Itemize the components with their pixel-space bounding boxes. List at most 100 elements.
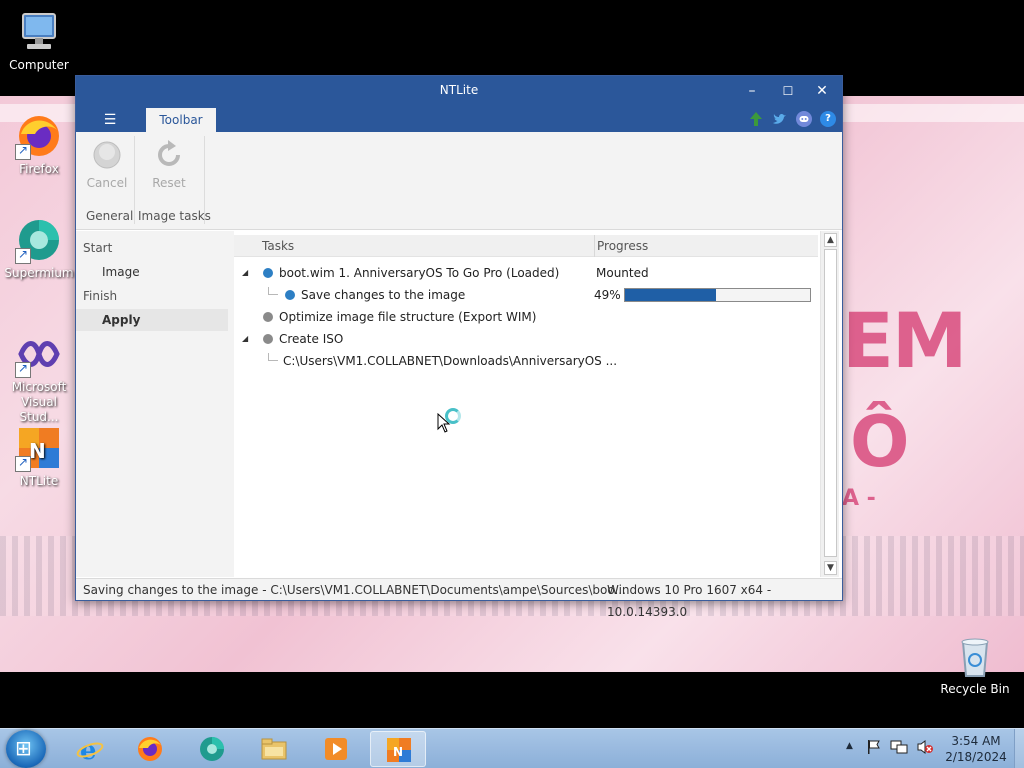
discord-icon[interactable] — [796, 111, 812, 127]
taskbar-ntlite[interactable]: N — [370, 731, 426, 767]
task-text: C:\Users\VM1.COLLABNET\Downloads\Anniver… — [283, 354, 618, 368]
task-progress-percent: 49% — [594, 288, 621, 302]
task-row-optimize[interactable]: Optimize image file structure (Export WI… — [234, 306, 818, 328]
show-desktop-button[interactable] — [1014, 729, 1024, 768]
shortcut-arrow-icon — [15, 455, 31, 472]
update-arrow-icon[interactable] — [748, 111, 764, 127]
maximize-button[interactable]: ☐ — [776, 80, 800, 102]
task-list-header: Tasks Progress — [234, 235, 818, 257]
desktop-icon-recycle-bin[interactable]: Recycle Bin — [936, 632, 1014, 697]
reset-label: Reset — [152, 176, 186, 190]
supermium-icon — [198, 735, 226, 763]
ntlite-icon: N — [385, 736, 413, 764]
nav-start[interactable]: Start — [76, 237, 228, 259]
ribbon-tab-bar: ☰ Toolbar ? — [76, 106, 842, 132]
status-os-version: Windows 10 Pro 1607 x64 - 10.0.14393.0 — [607, 583, 772, 619]
ribbon-separator — [134, 136, 135, 224]
task-text: Create ISO — [279, 332, 344, 346]
hamburger-menu-button[interactable]: ☰ — [98, 110, 122, 130]
ribbon-group-general: General — [86, 209, 134, 223]
shortcut-arrow-icon — [15, 247, 31, 264]
cancel-label: Cancel — [86, 176, 128, 190]
reset-button[interactable]: Reset — [144, 140, 194, 190]
status-dot-icon — [263, 312, 273, 322]
ribbon: Cancel Reset General Image tasks — [76, 132, 842, 230]
computer-icon — [15, 8, 63, 56]
desktop-icon-computer[interactable]: Computer — [0, 8, 78, 73]
nav-image[interactable]: Image — [76, 261, 228, 283]
desktop-icon-supermium[interactable]: Supermium — [0, 216, 78, 281]
task-row-boot-wim[interactable]: ◢ boot.wim 1. AnniversaryOS To Go Pro (L… — [234, 262, 818, 284]
column-progress[interactable]: Progress — [597, 235, 648, 257]
desktop-icon-label: Recycle Bin — [940, 682, 1010, 696]
task-text: Optimize image file structure (Export WI… — [279, 310, 537, 324]
column-divider — [594, 235, 595, 257]
start-button[interactable] — [6, 730, 46, 768]
action-center-flag-icon[interactable] — [866, 739, 882, 768]
task-list: Tasks Progress ◢ boot.wim 1. Anniversary… — [234, 231, 842, 577]
nav-apply[interactable]: Apply — [76, 309, 228, 331]
desktop-icon-ntlite[interactable]: N NTLite — [0, 424, 78, 489]
visual-studio-icon — [15, 330, 63, 378]
clock-time: 3:54 AM — [951, 734, 1001, 748]
recycle-bin-icon — [951, 632, 999, 680]
desktop-icon-visual-studio[interactable]: Microsoft Visual Stud... — [0, 330, 78, 425]
collapse-arrow-icon[interactable]: ◢ — [242, 262, 248, 284]
tree-connector — [268, 353, 278, 361]
scroll-up-icon[interactable]: ▲ — [824, 233, 837, 247]
taskbar-file-explorer[interactable] — [246, 731, 302, 767]
folder-icon — [260, 735, 288, 763]
tab-toolbar[interactable]: Toolbar — [146, 108, 216, 132]
desktop-icon-label: NTLite — [19, 474, 59, 488]
task-row-create-iso[interactable]: ◢ Create ISO — [234, 328, 818, 350]
ntlite-icon: N — [15, 424, 63, 472]
minimize-button[interactable]: – — [740, 80, 764, 102]
task-row-iso-path[interactable]: C:\Users\VM1.COLLABNET\Downloads\Anniver… — [234, 350, 818, 372]
ntlite-window: NTLite – ☐ ✕ ☰ Toolbar ? Cancel Reset Ge… — [75, 75, 843, 619]
status-text: Saving changes to the image - C:\Users\V… — [83, 583, 626, 597]
taskbar: e N ▲ 3:54 AM 2/18/2024 — [0, 728, 1024, 768]
wallpaper-text-dash: A - — [842, 486, 876, 511]
title-bar[interactable]: NTLite – ☐ ✕ — [76, 76, 842, 106]
help-icon[interactable]: ? — [820, 111, 836, 127]
taskbar-firefox[interactable] — [122, 731, 178, 767]
tree-connector — [268, 287, 278, 295]
volume-muted-icon[interactable] — [916, 739, 934, 768]
tray-expand-icon[interactable]: ▲ — [846, 741, 853, 768]
side-navigation: Start Image Finish Apply — [76, 231, 234, 577]
system-clock[interactable]: 3:54 AM 2/18/2024 — [944, 733, 1008, 765]
window-title: NTLite — [439, 83, 479, 97]
close-button[interactable]: ✕ — [810, 80, 834, 102]
shortcut-arrow-icon — [15, 143, 31, 160]
busy-spinner-icon — [445, 408, 461, 424]
taskbar-supermium[interactable] — [184, 731, 240, 767]
firefox-icon — [136, 735, 164, 763]
twitter-icon[interactable] — [772, 111, 788, 127]
internet-explorer-icon: e — [76, 735, 104, 766]
media-player-icon — [322, 735, 350, 763]
status-dot-icon — [263, 268, 273, 278]
cancel-button[interactable]: Cancel — [82, 140, 132, 190]
task-text: Save changes to the image — [301, 288, 466, 302]
status-dot-icon — [285, 290, 295, 300]
reset-icon — [154, 140, 184, 170]
svg-text:e: e — [80, 736, 97, 763]
vertical-scrollbar[interactable]: ▲ ▼ — [820, 231, 839, 577]
scroll-thumb[interactable] — [824, 249, 837, 557]
clock-date: 2/18/2024 — [945, 750, 1007, 764]
nav-finish[interactable]: Finish — [76, 285, 228, 307]
desktop-icon-label: Supermium — [4, 266, 74, 280]
task-row-save-changes[interactable]: Save changes to the image 49% — [234, 284, 818, 306]
desktop: EM Ô A - Computer Firefox Supermium Micr… — [0, 0, 1024, 728]
collapse-arrow-icon[interactable]: ◢ — [242, 328, 248, 350]
taskbar-internet-explorer[interactable]: e — [62, 731, 118, 767]
desktop-icon-label: Computer — [9, 58, 69, 72]
progress-bar-fill — [625, 289, 716, 301]
task-progress: Mounted — [596, 266, 649, 280]
taskbar-media-player[interactable] — [308, 731, 364, 767]
ribbon-group-image-tasks: Image tasks — [138, 209, 211, 223]
column-tasks[interactable]: Tasks — [262, 235, 294, 257]
scroll-down-icon[interactable]: ▼ — [824, 561, 837, 575]
desktop-icon-firefox[interactable]: Firefox — [0, 112, 78, 177]
network-icon[interactable] — [890, 739, 908, 768]
